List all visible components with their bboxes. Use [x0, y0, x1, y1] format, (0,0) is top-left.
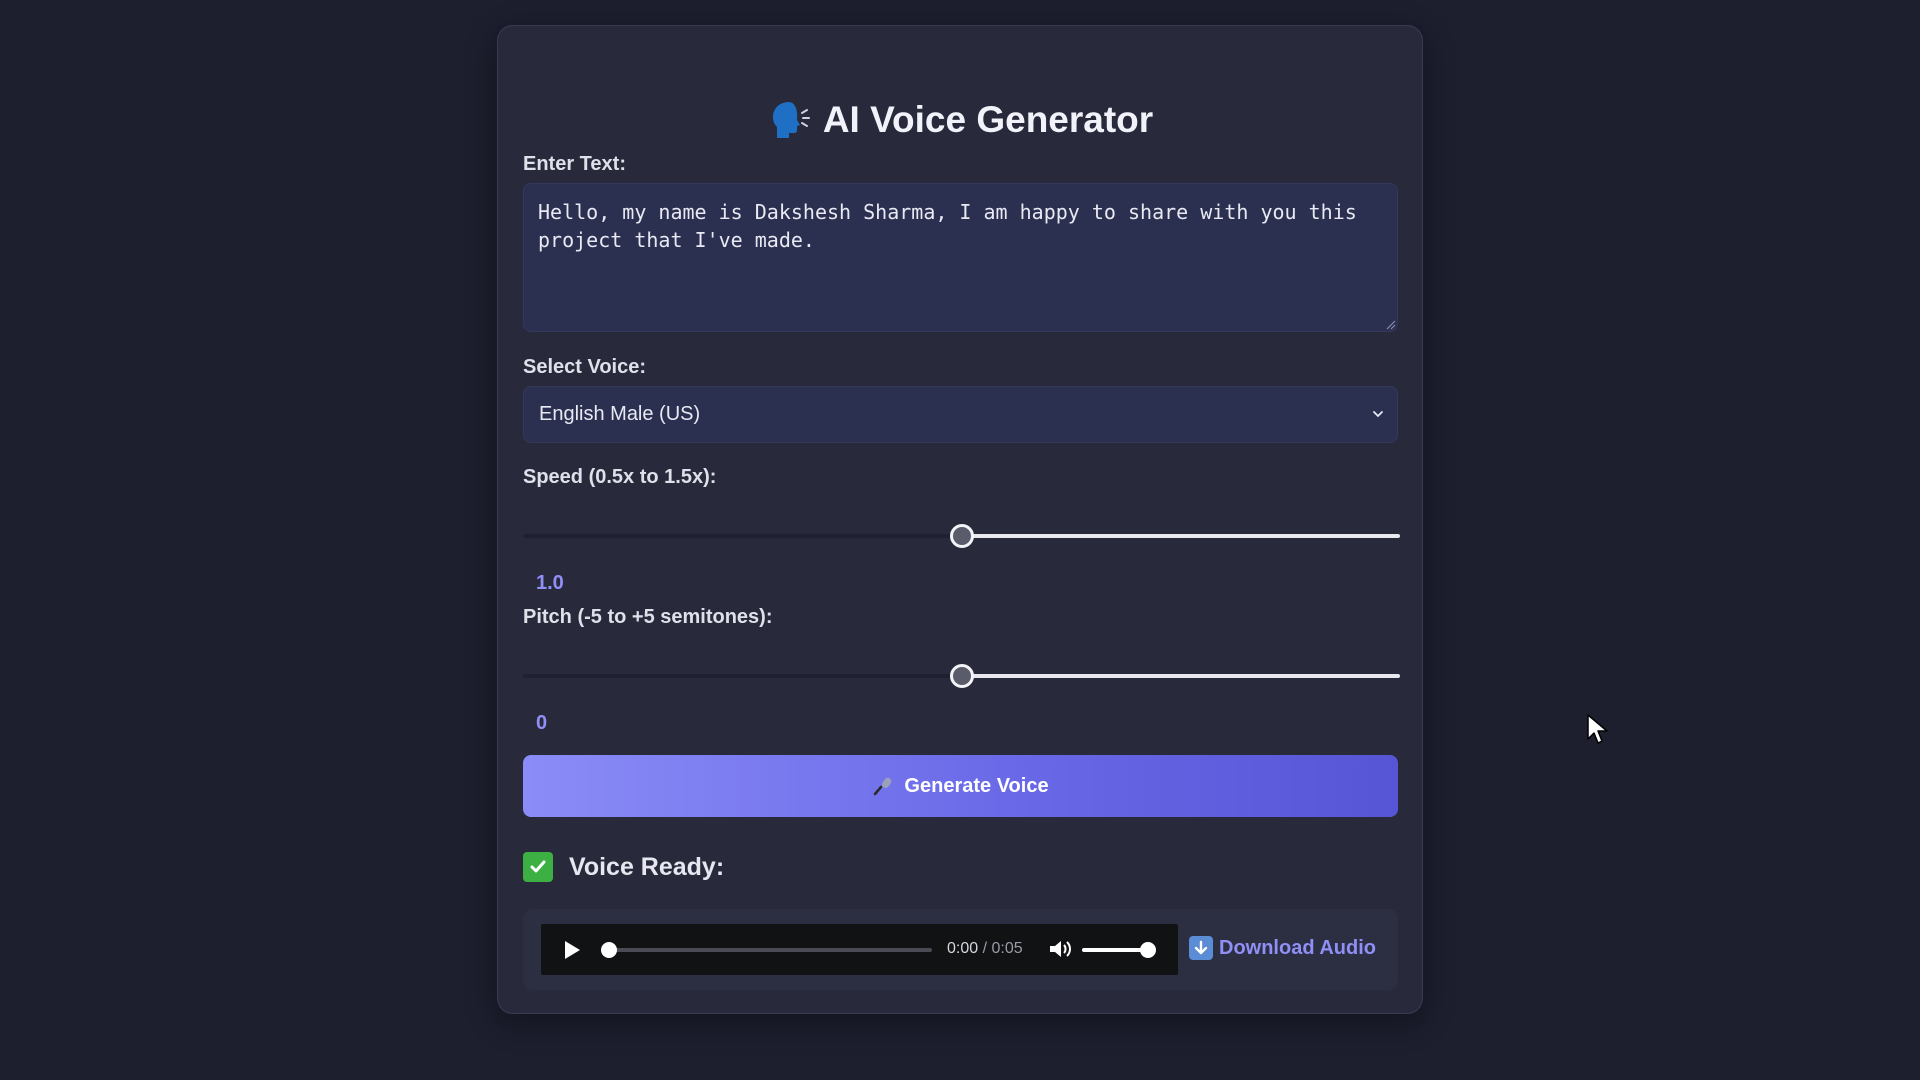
speed-slider[interactable] — [523, 524, 1400, 548]
resize-grip-icon[interactable] — [1384, 318, 1396, 330]
audio-current-time: 0:00 — [947, 940, 979, 957]
audio-time: 0:00 / 0:05 — [947, 940, 1023, 958]
download-audio-link[interactable]: Download Audio — [1189, 936, 1376, 960]
voice-ready-status: Voice Ready: — [523, 852, 724, 882]
mouse-cursor-icon — [1587, 714, 1608, 744]
microphone-icon — [874, 777, 892, 796]
speed-slider-thumb[interactable] — [949, 524, 974, 548]
down-arrow-icon — [1189, 936, 1213, 960]
speed-label: Speed (0.5x to 1.5x): — [523, 466, 717, 488]
pitch-slider[interactable] — [523, 664, 1400, 688]
download-audio-label: Download Audio — [1219, 936, 1377, 959]
voice-ready-text: Voice Ready: — [569, 852, 725, 881]
text-input[interactable] — [523, 183, 1398, 332]
pitch-value: 0 — [536, 712, 548, 734]
speed-slider-track-rest — [961, 534, 1400, 538]
page-title-text: AI Voice Generator — [822, 99, 1154, 140]
voice-select-value: English Male (US) — [539, 403, 701, 425]
audio-player: 0:00 / 0:05 — [541, 924, 1178, 975]
audio-progress-knob[interactable] — [601, 942, 617, 958]
audio-section: 0:00 / 0:05 Download Audio — [523, 909, 1398, 990]
pitch-label: Pitch (-5 to +5 semitones): — [523, 606, 773, 628]
voice-generator-card: AI Voice Generator Enter Text: Select Vo… — [497, 25, 1423, 1014]
play-icon[interactable] — [563, 940, 581, 960]
speaking-head-icon — [772, 102, 810, 138]
volume-track[interactable] — [1082, 948, 1147, 952]
pitch-slider-thumb[interactable] — [949, 664, 974, 688]
generate-voice-button[interactable]: Generate Voice — [523, 755, 1398, 817]
speed-value: 1.0 — [536, 572, 564, 594]
audio-time-separator: / — [982, 940, 988, 957]
pitch-slider-track-rest — [961, 674, 1400, 678]
voice-select[interactable]: English Male (US) — [523, 386, 1398, 443]
generate-voice-label: Generate Voice — [904, 774, 1049, 797]
check-mark-icon — [523, 852, 553, 882]
voice-select-label: Select Voice: — [523, 356, 647, 378]
audio-progress-track[interactable] — [608, 948, 932, 952]
chevron-down-icon — [1373, 411, 1383, 418]
pitch-slider-track-filled — [523, 674, 962, 678]
text-input-label: Enter Text: — [523, 153, 626, 175]
volume-knob[interactable] — [1140, 942, 1156, 958]
page-title: AI Voice Generator — [498, 98, 1422, 142]
volume-icon[interactable] — [1048, 938, 1072, 960]
audio-duration: 0:05 — [991, 940, 1023, 957]
speed-slider-track-filled — [523, 534, 962, 538]
